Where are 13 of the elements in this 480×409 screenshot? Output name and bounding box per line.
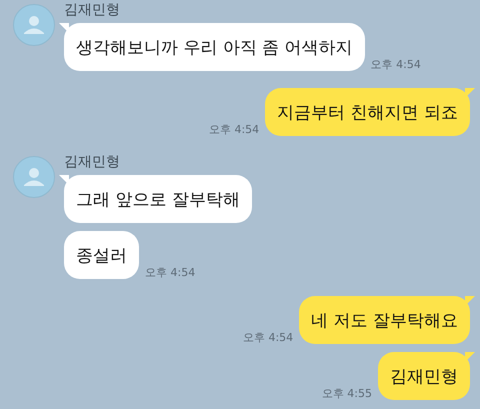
message-time: 오후 4:54 — [208, 123, 260, 136]
message-bubble: 지금부터 친해지면 되죠 — [265, 88, 470, 136]
message-bubble: 그래 앞으로 잘부탁해 — [64, 175, 252, 223]
message-time: 오후 4:54 — [370, 58, 421, 71]
message-bubble: 생각해보니까 우리 아직 좀 어색하지 — [64, 23, 365, 71]
sender-name: 김재민형 — [64, 153, 121, 171]
message-time: 오후 4:54 — [145, 266, 196, 279]
message-bubble: 종설러 — [64, 231, 139, 279]
message-bubble: 네 저도 잘부탁해요 — [299, 296, 470, 344]
sender-name: 김재민형 — [64, 1, 121, 19]
message-time: 오후 4:55 — [322, 387, 372, 400]
message-bubble: 김재민형 — [378, 352, 470, 400]
message-time: 오후 4:54 — [242, 331, 294, 344]
